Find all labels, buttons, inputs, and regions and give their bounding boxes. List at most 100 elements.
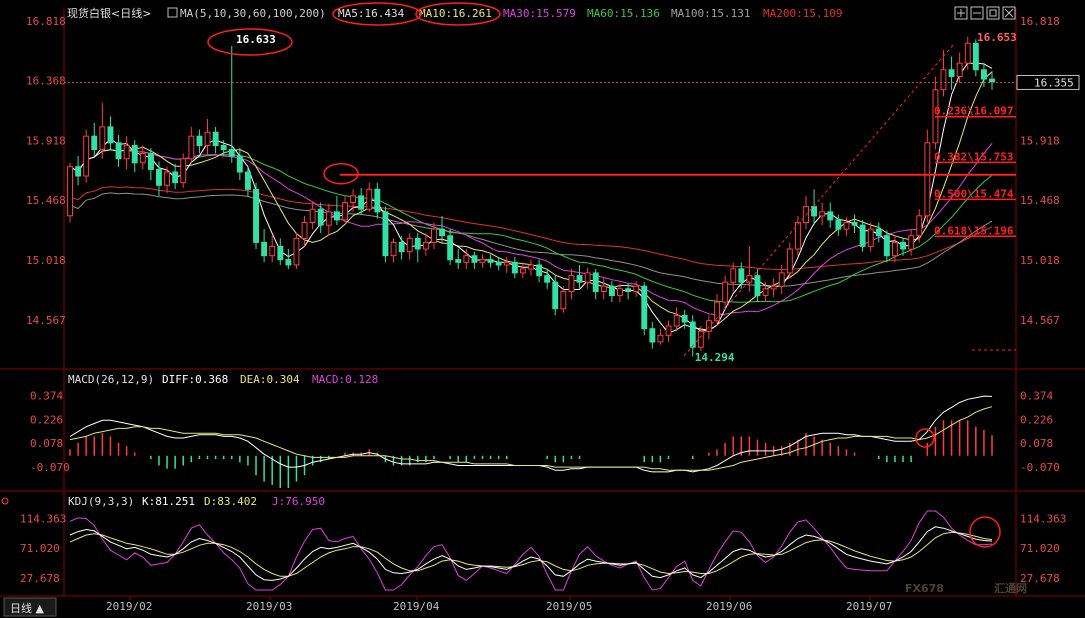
candle-body — [689, 321, 696, 348]
macd-value-label: MACD:0.128 — [312, 373, 378, 386]
macd-y-tick-right: -0.070 — [1020, 461, 1060, 474]
candle-body — [422, 241, 429, 250]
fib-level-label: 0.236\16.097 — [934, 105, 1013, 118]
candle-body — [956, 62, 963, 78]
may-low-label: 14.294 — [695, 351, 735, 364]
candle-body — [576, 275, 583, 283]
candle-body — [697, 330, 704, 348]
candle-body — [253, 188, 260, 243]
main-y-tick-right: 15.918 — [1020, 134, 1060, 147]
instrument-title: 现货白银<日线> — [67, 6, 151, 20]
candle-body — [665, 325, 672, 336]
candle-body — [285, 259, 292, 266]
candle-body — [835, 219, 842, 230]
candle-body — [431, 228, 437, 243]
candle-body — [67, 166, 73, 217]
watermark-brand: FX678 — [905, 582, 944, 595]
macd-y-tick-left: 0.374 — [30, 389, 63, 402]
kdj-k-label: K:81.251 — [142, 495, 195, 508]
ma100-label: MA100:15.131 — [671, 7, 750, 20]
candle-body — [657, 334, 664, 343]
candle-body — [91, 135, 98, 150]
x-tick-label: 2019/05 — [546, 600, 592, 613]
candle-body — [940, 69, 947, 91]
candle-body — [964, 42, 971, 64]
candle-body — [83, 135, 90, 177]
main-y-tick-left: 15.468 — [26, 194, 66, 207]
kdj-y-tick-left: 27.678 — [20, 572, 60, 585]
candle-body — [228, 149, 235, 157]
macd-y-tick-right: 0.078 — [1020, 437, 1053, 450]
candle-body — [398, 241, 405, 253]
period-button-label: 日线 ▲ — [10, 601, 44, 615]
candle-body — [989, 78, 995, 83]
candle-body — [722, 281, 729, 303]
fib-level-label: 0.500\15.474 — [934, 187, 1014, 200]
candle-body — [123, 145, 130, 160]
candle-body — [236, 155, 243, 173]
kdj-d-label: D:83.402 — [204, 495, 257, 508]
candle-body — [754, 275, 761, 297]
silver-daily-chart[interactable]: 现货白银<日线> MA(5,10,30,60,100,200) MA5:16.4… — [0, 0, 1085, 618]
ma10-label: MA10:16.261 — [419, 7, 492, 20]
candle-body — [471, 255, 478, 263]
macd-diff-label: DIFF:0.368 — [162, 373, 228, 386]
candle-body — [827, 211, 834, 221]
candle-body — [633, 285, 640, 293]
x-tick-label: 2019/03 — [246, 600, 292, 613]
candle-body — [795, 222, 801, 250]
fib-level-label: 0.618\15.196 — [934, 224, 1014, 237]
current-price-label: 16.355 — [1034, 76, 1074, 89]
ma30-label: MA30:15.579 — [503, 7, 576, 20]
candle-body — [382, 211, 389, 257]
candle-body — [900, 241, 906, 250]
candle-body — [277, 245, 284, 261]
candle-body — [455, 259, 462, 263]
x-tick-label: 2019/06 — [706, 600, 752, 613]
candle-body — [681, 314, 688, 323]
candle-body — [487, 259, 494, 263]
macd-y-tick-left: 0.078 — [30, 437, 63, 450]
candle-body — [600, 285, 607, 293]
ma200-label: MA200:15.109 — [763, 7, 842, 20]
candle-body — [317, 208, 324, 226]
macd-dea-label: DEA:0.304 — [240, 373, 300, 386]
candle-body — [245, 171, 251, 190]
candle-body — [641, 285, 648, 330]
candle-body — [495, 261, 502, 266]
macd-y-tick-left: -0.070 — [30, 461, 70, 474]
candle-body — [75, 166, 82, 177]
candle-body — [156, 168, 162, 186]
candle-body — [730, 268, 737, 283]
candle-body — [261, 241, 268, 257]
candle-body — [325, 211, 332, 226]
candle-body — [374, 188, 381, 213]
x-tick-label: 2019/04 — [393, 600, 440, 613]
candle-body — [107, 126, 114, 144]
candle-body — [366, 188, 373, 210]
kdj-y-tick-right: 71.020 — [1020, 542, 1060, 555]
main-y-tick-left: 16.368 — [26, 75, 66, 88]
candle-body — [164, 171, 171, 186]
candle-body — [528, 264, 534, 270]
ma60-label: MA60:15.136 — [587, 7, 660, 20]
candle-body — [358, 195, 365, 210]
candle-body — [196, 135, 203, 146]
ma5-label: MA5:16.434 — [338, 7, 405, 20]
candle-body — [892, 241, 898, 257]
jul-high-label: 16.653 — [977, 31, 1017, 44]
main-y-tick-left: 14.567 — [26, 314, 66, 327]
candle-body — [811, 206, 817, 217]
candle-body — [309, 208, 316, 223]
main-y-tick-right: 16.818 — [1020, 15, 1060, 28]
feb-high-label: 16.633 — [236, 33, 276, 46]
candle-body — [859, 224, 866, 247]
candle-body — [770, 285, 777, 290]
main-y-tick-left: 16.818 — [26, 15, 66, 28]
candle-body — [706, 320, 712, 332]
candle-body — [334, 211, 340, 221]
candle-body — [520, 268, 526, 274]
candle-body — [172, 171, 179, 184]
candle-body — [916, 215, 923, 237]
candle-body — [139, 153, 146, 164]
